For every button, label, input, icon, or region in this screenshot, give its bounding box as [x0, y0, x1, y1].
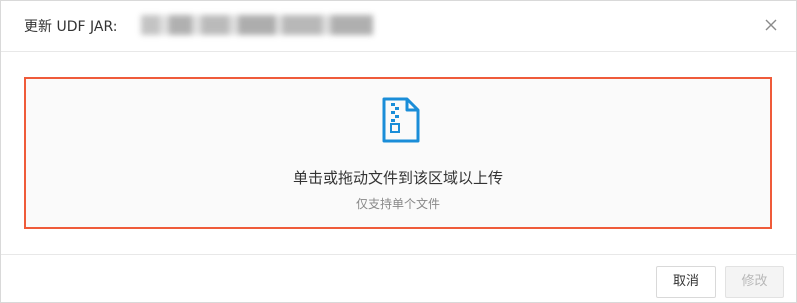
dialog-header: 更新 UDF JAR:: [1, 1, 796, 52]
dialog-title: 更新 UDF JAR:: [24, 19, 118, 35]
close-icon[interactable]: [763, 17, 779, 33]
upload-instruction: 单击或拖动文件到该区域以上传: [292, 169, 503, 187]
zip-file-icon: [382, 97, 420, 143]
update-udf-jar-dialog: 更新 UDF JAR: 单击或拖动文件到该区域以上传 仅支持单个文件 取消 修改: [0, 0, 797, 303]
submit-button: 修改: [725, 266, 784, 298]
cancel-button[interactable]: 取消: [656, 266, 716, 298]
redacted-filename: [141, 15, 373, 35]
upload-hint: 仅支持单个文件: [355, 197, 440, 211]
upload-dropzone[interactable]: 单击或拖动文件到该区域以上传 仅支持单个文件: [24, 77, 772, 229]
dialog-footer: 取消 修改: [1, 254, 796, 303]
